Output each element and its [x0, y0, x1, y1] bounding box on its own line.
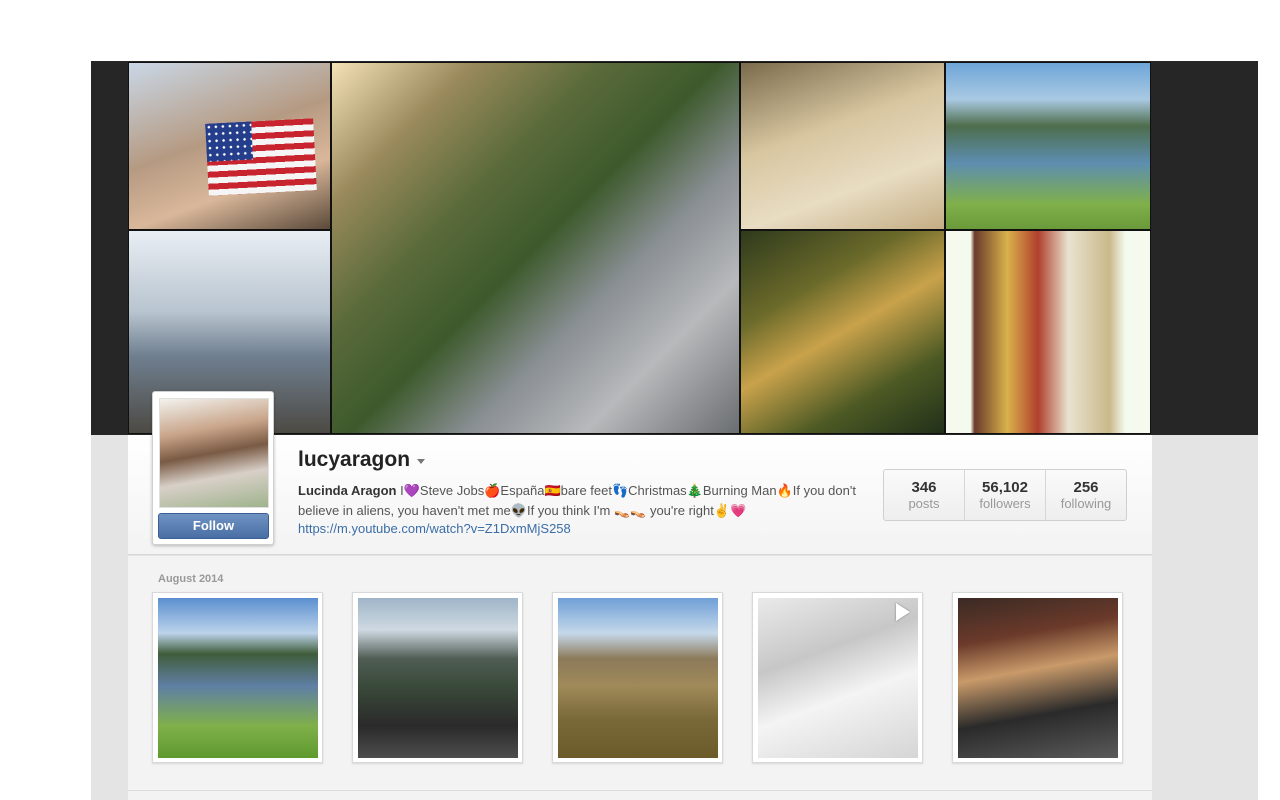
american-flag-image [205, 118, 317, 196]
feed-photo[interactable] [952, 592, 1123, 763]
stat-value: 56,102 [982, 479, 1028, 496]
follow-button[interactable]: Follow [158, 513, 269, 539]
photo-image [558, 598, 718, 758]
username-menu[interactable]: lucyaragon [298, 448, 426, 472]
username: lucyaragon [298, 448, 411, 471]
stat-label: posts [908, 496, 940, 511]
bio: Lucinda Aragon I💜Steve Jobs🍎España🇪🇸bare… [298, 481, 868, 521]
cover-photo-flag[interactable] [128, 62, 331, 230]
stat-followers[interactable]: 56,102 followers [965, 470, 1046, 520]
stat-label: followers [979, 496, 1031, 511]
cover-photo-lake[interactable] [945, 62, 1151, 230]
feed-photo[interactable] [552, 592, 723, 763]
avatar-card: Follow [152, 391, 274, 545]
photo-image [958, 598, 1118, 758]
feed-video[interactable] [752, 592, 923, 763]
chevron-down-icon[interactable] [417, 459, 426, 464]
cover-photo-beach[interactable] [740, 62, 945, 230]
cover-photo-motorcycle[interactable] [331, 62, 740, 434]
play-icon [896, 603, 910, 621]
stat-label: following [1060, 496, 1112, 511]
stat-posts[interactable]: 346 posts [884, 470, 965, 520]
cover-mosaic [128, 62, 1151, 434]
cover-photo-store[interactable] [945, 230, 1151, 434]
divider [128, 790, 1152, 791]
feed-photo[interactable] [352, 592, 523, 763]
full-name: Lucinda Aragon [298, 483, 397, 498]
stat-value: 256 [1073, 479, 1099, 496]
avatar[interactable] [159, 398, 269, 508]
stat-following[interactable]: 256 following [1046, 470, 1126, 520]
photo-image [758, 598, 918, 758]
profile-stats: 346 posts 56,102 followers 256 following [883, 469, 1127, 521]
feed-photo[interactable] [152, 592, 323, 763]
cover-photo-field[interactable] [740, 230, 945, 434]
stat-value: 346 [911, 479, 937, 496]
month-heading: August 2014 [158, 573, 224, 585]
profile-link[interactable]: https://m.youtube.com/watch?v=Z1DxmMjS25… [298, 521, 571, 536]
photo-image [358, 598, 518, 758]
photo-image [158, 598, 318, 758]
